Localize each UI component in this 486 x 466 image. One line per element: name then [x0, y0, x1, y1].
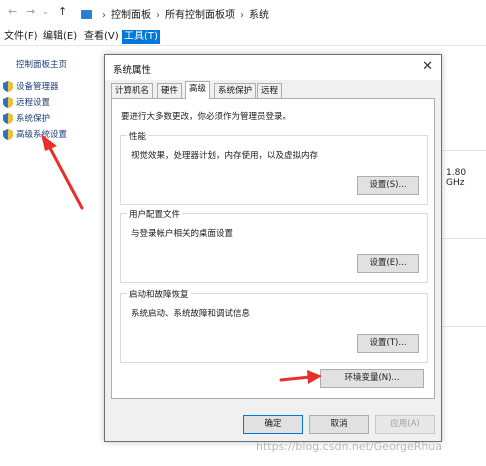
annotation-arrows [41, 134, 322, 384]
red-arrow-icon [279, 370, 322, 384]
tab-advanced[interactable]: 高级 [185, 81, 211, 99]
watermark: https://blog.csdn.net/GeorgeRhua [256, 440, 443, 453]
red-arrow-icon [41, 134, 84, 210]
